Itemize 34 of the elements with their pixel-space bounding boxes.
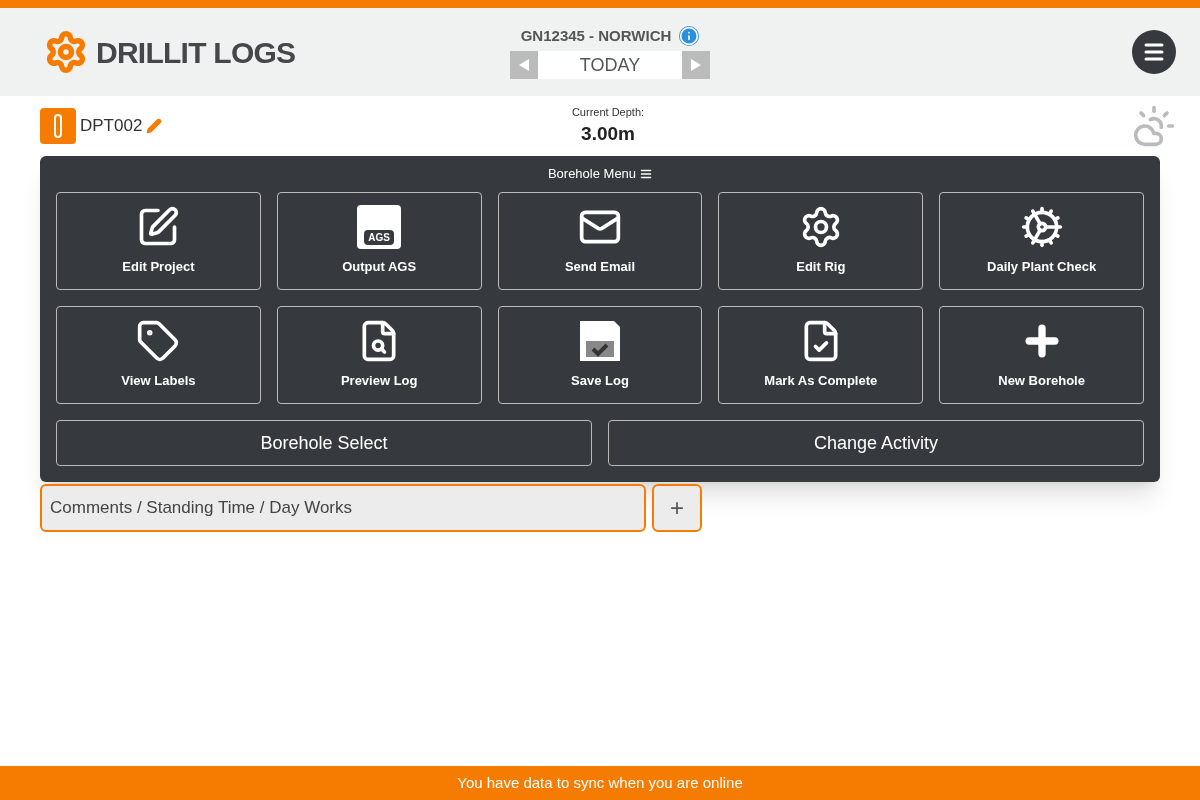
label-icon — [136, 319, 181, 364]
project-title: GN12345 - NORWICH — [520, 25, 672, 46]
next-day-button[interactable] — [682, 51, 710, 80]
date-label: TODAY — [538, 51, 682, 80]
menu-tile[interactable]: Save Log — [497, 306, 703, 404]
menu-tile[interactable]: AGS Output AGS — [276, 192, 482, 290]
info-icon[interactable] — [679, 26, 700, 46]
menu-tile[interactable]: Mark As Complete — [718, 306, 924, 404]
right-triangle-icon — [690, 59, 702, 72]
menu-button[interactable] — [1132, 30, 1176, 74]
menu-title: Borehole Menu — [547, 165, 637, 184]
left-triangle-icon — [518, 59, 530, 72]
menu-tile[interactable]: Daily Plant Check — [939, 192, 1144, 290]
borehole-name: DPT002 — [80, 115, 143, 138]
menu-tile[interactable]: Preview Log — [276, 306, 482, 404]
depth-value: 3.00m — [581, 122, 635, 146]
menu-tile[interactable]: New Borehole — [939, 306, 1144, 404]
logo-text: DRILLIT LOGS — [96, 34, 296, 71]
edit-icon[interactable] — [146, 118, 163, 134]
menu-tile[interactable]: Edit Rig — [718, 192, 924, 290]
menu-tile[interactable]: Send Email — [497, 192, 703, 290]
wide-menu-button[interactable]: Borehole Select — [56, 420, 592, 466]
borehole-icon — [40, 108, 76, 144]
gear-logo-icon — [44, 30, 88, 74]
depth-label: Current Depth: — [571, 104, 645, 120]
menu-icon — [640, 168, 653, 180]
wide-menu-button[interactable]: Change Activity — [608, 420, 1144, 466]
menu-tile[interactable]: Edit Project — [56, 192, 261, 290]
comments-button[interactable]: Comments / Standing Time / Day Works — [40, 484, 646, 532]
weather-icon[interactable] — [1132, 104, 1176, 148]
menu-tile[interactable]: View Labels — [56, 306, 261, 404]
previous-day-button[interactable] — [510, 51, 538, 80]
add-button[interactable]: + — [652, 484, 702, 532]
status-bar: You have data to sync when you are online — [0, 766, 1200, 800]
